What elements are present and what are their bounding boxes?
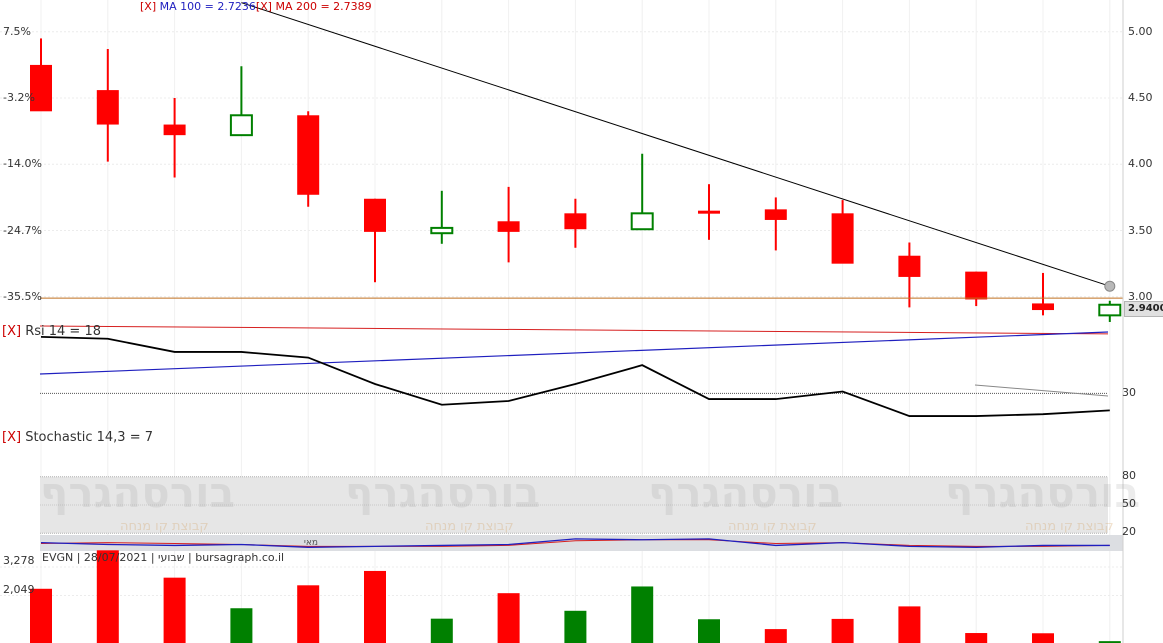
candle-body (698, 210, 720, 214)
left-tick-label: -35.5% (3, 289, 42, 303)
volume-bar (631, 586, 654, 643)
trendline-handle (1104, 280, 1116, 292)
candle (1032, 272, 1054, 316)
volume-bar (364, 570, 386, 643)
volume-bar (898, 606, 921, 643)
watermark-subtitle: קבוצת קו מנחה (425, 520, 514, 534)
candle-body (430, 226, 454, 235)
left-tick-label: -3.2% (3, 91, 35, 105)
candle (698, 184, 720, 240)
left-tick-label: -24.7% (3, 223, 42, 237)
volume-bar (297, 585, 320, 643)
candle (364, 198, 386, 283)
rsi-panel-title: [X] Rsi 14 = 18 (2, 325, 101, 339)
volume-bar (764, 629, 787, 643)
watermark-subtitle: קבוצת קו מנחה (728, 520, 817, 534)
stochastic-tick-label: 80 (1122, 468, 1136, 482)
candle (163, 98, 186, 178)
candle (229, 66, 253, 137)
watermark-subtitle: קבוצת קו מנחה (120, 520, 209, 534)
candle-body (497, 221, 520, 232)
ma200-remove-button[interactable]: [X] (256, 0, 272, 13)
candle-body (965, 271, 988, 300)
rsi-label: Rsi 14 = 18 (25, 324, 101, 339)
month-label: מאי (303, 538, 318, 548)
stochastic-label: Stochastic 14,3 = 7 (25, 430, 153, 445)
volume-bar (1032, 633, 1054, 643)
candle (96, 49, 119, 162)
candle (831, 200, 854, 264)
candle-body (831, 213, 854, 264)
watermark-logo: בורסהגרף (945, 471, 1141, 515)
candle (965, 271, 988, 307)
volume-bar (96, 550, 119, 643)
price-overlays (39, 2, 1123, 335)
ma200-label: MA 200 = 2.7389 (275, 0, 372, 13)
candle (430, 190, 454, 244)
watermark-logo: בורסהגרף (40, 471, 236, 515)
last-price-tag: 2.9400 (1124, 301, 1163, 317)
stochastic-remove-button[interactable]: [X] (2, 430, 21, 445)
volume-bar (497, 593, 520, 643)
rsi-trend-segment (974, 384, 1109, 397)
candle-body (96, 90, 119, 125)
rsi-tick-label: 30 (1122, 386, 1136, 400)
candle-body (30, 64, 52, 112)
ma-legend: [X] MA 100 = 2.7236[X] MA 200 = 2.7389 (140, 1, 372, 13)
stochastic-tick-label: 50 (1122, 497, 1136, 510)
candle-body (764, 209, 787, 220)
candle (764, 197, 787, 251)
volume-tick-label: 2,049 (3, 582, 35, 596)
candle-body (364, 198, 386, 232)
candle-body (898, 255, 921, 277)
stochastic-panel-title: [X] Stochastic 14,3 = 7 (2, 431, 153, 445)
ma200-line (39, 325, 1109, 335)
trendline (241, 2, 1110, 287)
volume-bar (30, 588, 52, 643)
volume-bar (965, 633, 988, 643)
volume-bar (564, 610, 587, 643)
candle (1098, 300, 1122, 322)
volume-bar (230, 608, 253, 643)
watermark-logo: בורסהגרף (648, 471, 844, 515)
candle-body (1098, 303, 1122, 317)
left-tick-label: -14.0% (3, 157, 42, 171)
candle (497, 186, 520, 263)
candle-body (630, 212, 654, 231)
watermark-subtitle: קבוצת קו מנחה (1025, 520, 1114, 534)
watermark-logo: בורסהגרף (345, 471, 541, 515)
stochastic-tick-label: 20 (1122, 525, 1136, 539)
volume-tick-label: 3,278 (3, 554, 35, 568)
candle-body (1032, 303, 1054, 311)
ma100-remove-button[interactable]: [X] (140, 0, 156, 13)
right-tick-label: 4.50 (1128, 91, 1153, 105)
ma100-label: MA 100 = 2.7236 (159, 0, 256, 13)
right-tick-label: 3.50 (1128, 223, 1153, 237)
rsi-remove-button[interactable]: [X] (2, 324, 21, 339)
rsi-ma-line (39, 331, 1109, 375)
volume-bar (430, 618, 453, 643)
candle (297, 111, 320, 207)
right-tick-label: 4.00 (1128, 157, 1153, 171)
volume-bar (698, 619, 720, 643)
volume-bar (831, 618, 854, 643)
candle-body (564, 213, 587, 230)
volume-bar (163, 577, 186, 643)
left-tick-label: 7.5% (3, 24, 31, 38)
candle-body (163, 124, 186, 136)
chart-footer-caption: EVGN | 28/07/2021 | שבועי | bursagraph.c… (42, 551, 285, 564)
candle (564, 198, 587, 248)
candle-body (229, 114, 253, 137)
candle-body (297, 115, 320, 195)
right-tick-label: 5.00 (1128, 24, 1153, 38)
candle (630, 153, 654, 231)
